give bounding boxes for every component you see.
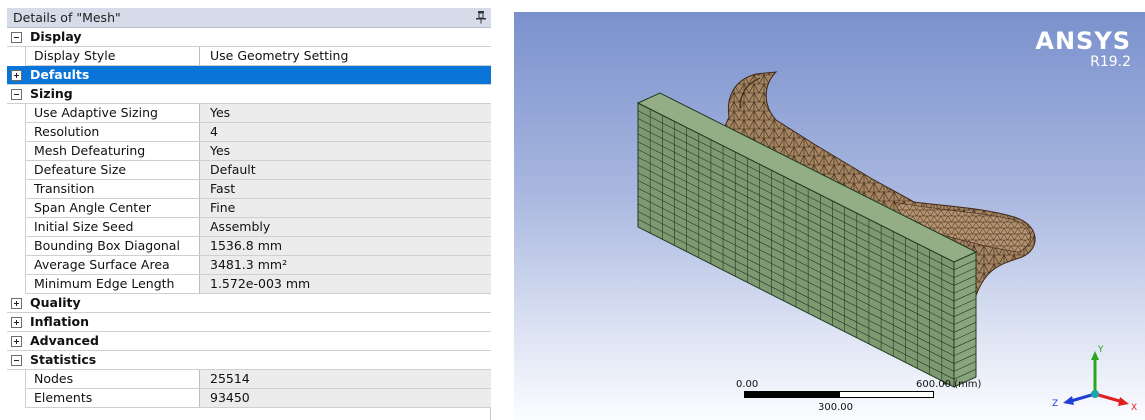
category-quality[interactable]: Quality [7,294,491,313]
property-value[interactable]: 3481.3 mm² [200,256,491,274]
indent-gutter [7,123,25,142]
property-value[interactable]: Fine [200,199,491,217]
details-panel-title: Details of "Mesh" [13,10,121,25]
scale-label-mid: 300.00 [818,402,853,413]
property-row[interactable]: Nodes 25514 [7,370,491,389]
property-row[interactable]: Minimum Edge Length 1.572e-003 mm [7,275,491,294]
property-value[interactable]: 25514 [200,370,491,388]
property-name: Bounding Box Diagonal [25,237,200,255]
property-row[interactable]: Resolution 4 [7,123,491,142]
category-display[interactable]: Display [7,28,491,47]
indent-gutter [7,199,25,218]
collapse-icon[interactable] [11,89,22,100]
indent-gutter [7,237,25,256]
property-value[interactable]: 1.572e-003 mm [200,275,491,293]
property-row[interactable]: Mesh Defeaturing Yes [7,142,491,161]
property-name: Mesh Defeaturing [25,142,200,160]
property-row[interactable]: Bounding Box Diagonal 1536.8 mm [7,237,491,256]
category-label: Quality [30,295,81,310]
indent-gutter [7,47,25,66]
expand-icon[interactable] [11,298,22,309]
details-panel: Details of "Mesh" Display Display Style Us… [7,8,491,420]
details-grid: Display Display Style Use Geometry Setting… [7,28,491,408]
pin-icon[interactable] [475,10,487,24]
property-value[interactable]: 1536.8 mm [200,237,491,255]
category-defaults[interactable]: Defaults [7,66,491,85]
property-value[interactable]: Yes [200,104,491,122]
x-axis-label: X [1131,403,1137,412]
expand-icon[interactable] [11,70,22,81]
property-row[interactable]: Span Angle Center Fine [7,199,491,218]
indent-gutter [7,389,25,408]
axis-triad[interactable]: Y X Z [1049,342,1139,412]
collapse-icon[interactable] [11,32,22,43]
property-name: Average Surface Area [25,256,200,274]
property-name: Nodes [25,370,200,388]
property-value[interactable]: Default [200,161,491,179]
category-label: Display [30,29,82,44]
category-label: Sizing [30,86,73,101]
collapse-icon[interactable] [11,355,22,366]
graphics-viewport[interactable]: ANSYS R19.2 0.00 600.00 (mm) 300.00 Y X … [514,12,1145,420]
indent-gutter [7,161,25,180]
indent-gutter [7,104,25,123]
property-name: Transition [25,180,200,198]
expand-icon[interactable] [11,336,22,347]
property-value[interactable]: 4 [200,123,491,141]
y-axis-label: Y [1097,345,1104,355]
category-inflation[interactable]: Inflation [7,313,491,332]
z-axis-label: Z [1052,399,1058,409]
property-name: Minimum Edge Length [25,275,200,293]
indent-gutter [7,218,25,237]
category-sizing[interactable]: Sizing [7,85,491,104]
property-name: Defeature Size [25,161,200,179]
x-axis-arrow [1094,392,1124,404]
indent-gutter [7,370,25,389]
property-name: Initial Size Seed [25,218,200,236]
scale-label-left: 0.00 [736,379,759,390]
plate-side[interactable] [953,251,977,388]
property-name: Resolution [25,123,200,141]
property-row[interactable]: Defeature Size Default [7,161,491,180]
scale-label-right: 600.00 (mm) [916,379,982,390]
property-name: Elements [25,389,200,407]
property-row[interactable]: Elements 93450 [7,389,491,408]
scale-segment-white [839,391,934,398]
indent-gutter [7,275,25,294]
scale-segment-black [744,391,839,398]
property-value[interactable]: Assembly [200,218,491,236]
category-label: Statistics [30,352,97,367]
category-statistics[interactable]: Statistics [7,351,491,370]
indent-gutter [7,142,25,161]
property-value[interactable]: Use Geometry Setting [200,47,491,65]
scale-bar: 0.00 600.00 (mm) 300.00 [736,374,996,414]
property-row[interactable]: Display Style Use Geometry Setting [7,47,491,66]
property-name: Display Style [25,47,200,65]
property-name: Use Adaptive Sizing [25,104,200,122]
indent-gutter [7,180,25,199]
expand-icon[interactable] [11,317,22,328]
property-value[interactable]: Fast [200,180,491,198]
indent-gutter [7,256,25,275]
property-row[interactable]: Initial Size Seed Assembly [7,218,491,237]
category-advanced[interactable]: Advanced [7,332,491,351]
details-panel-header: Details of "Mesh" [7,8,491,28]
property-row[interactable]: Transition Fast [7,180,491,199]
property-row[interactable]: Use Adaptive Sizing Yes [7,104,491,123]
property-name: Span Angle Center [25,199,200,217]
category-label: Defaults [30,67,90,82]
property-value[interactable]: Yes [200,142,491,160]
property-value[interactable]: 93450 [200,389,491,407]
property-row[interactable]: Average Surface Area 3481.3 mm² [7,256,491,275]
category-label: Inflation [30,314,89,329]
category-label: Advanced [30,333,99,348]
